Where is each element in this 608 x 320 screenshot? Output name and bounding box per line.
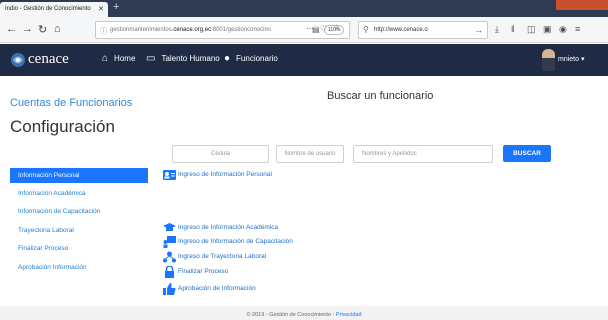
info-icon[interactable]: ⓘ — [100, 26, 107, 36]
url-suffix: :8001/gestionconocimi — [211, 27, 271, 33]
link-label: Aprobación de Información — [178, 285, 256, 292]
names-field[interactable]: Nombres y Apellidos — [353, 145, 493, 163]
avatar[interactable] — [542, 49, 555, 71]
nav-talento-humano[interactable]: ▭ Talento Humano — [146, 53, 220, 64]
sidebar-item-trayectoria-laboral[interactable]: Trayectoria Laboral — [10, 223, 148, 238]
nav-talento-label: Talento Humano — [161, 54, 220, 63]
account-icon[interactable]: ◉ — [559, 24, 567, 35]
browser-search-box[interactable]: ⚲ http://www.cenace.o → — [358, 21, 488, 39]
link-label: Finalizar Proceso — [178, 268, 229, 275]
nav-funcionario[interactable]: ● Funcionario — [224, 53, 278, 64]
nav-home-label: Home — [114, 54, 136, 63]
bookmark-star-icon[interactable]: ☆ — [333, 23, 340, 32]
search-title: Buscar un funcionario — [327, 90, 434, 102]
back-icon[interactable]: ← — [6, 23, 17, 35]
nav-funcionario-label: Funcionario — [236, 54, 278, 63]
id-card-icon — [163, 170, 176, 180]
link-label: Ingreso de Trayectoria Laboral — [178, 253, 267, 260]
sidebar-item-informacion-personal[interactable]: Información Personal — [10, 168, 148, 183]
forward-icon[interactable]: → — [22, 23, 33, 35]
user-menu[interactable]: mnieto ▾ — [558, 55, 584, 63]
close-tab-icon[interactable]: ✕ — [98, 5, 104, 13]
footer-text: © 2019 - Gestión de Conocimiento - — [246, 312, 336, 318]
url-domain: cenace.org.ec — [173, 27, 212, 33]
cenace-logo[interactable]: cenace — [10, 51, 88, 68]
network-icon — [163, 251, 176, 263]
extension-icon[interactable]: ▣ — [543, 24, 552, 35]
browser-tab[interactable]: Indio - Gestión de Conocimiento ✕ — [0, 2, 108, 17]
sidebar-item-informacion-capacitacion[interactable]: Información de Capacitación — [10, 204, 148, 219]
browser-toolbar: ← → ↻ ⌂ ⓘ gestionmantenimientos.cenace.o… — [0, 17, 608, 43]
user-name: mnieto — [558, 56, 580, 63]
search-value: http://www.cenace.o — [374, 27, 428, 33]
lock-icon — [165, 266, 174, 278]
window-controls[interactable] — [556, 0, 608, 10]
app-navbar: cenace ⌂ Home ▭ Talento Humano ● Funcionari… — [0, 44, 608, 76]
cedula-field[interactable]: Cédula — [172, 145, 269, 163]
link-label: Ingreso de Información Personal — [178, 171, 272, 178]
page-title: Configuración — [10, 117, 115, 136]
home-icon: ⌂ — [102, 53, 109, 64]
page-footer: © 2019 - Gestión de Conocimiento - Priva… — [0, 306, 608, 320]
sidebar-item-informacion-academica[interactable]: Información Académica — [10, 186, 148, 201]
people-icon: ▭ — [146, 53, 156, 64]
logo-text: cenace — [28, 51, 69, 67]
plus-icon[interactable]: + — [113, 1, 119, 13]
privacidad-link[interactable]: Privacidad — [336, 312, 362, 318]
teacher-icon — [163, 236, 176, 248]
link-label: Ingreso de Información Académica — [178, 224, 279, 231]
search-icon: ⚲ — [363, 25, 369, 34]
pocket-icon[interactable]: ♡ — [320, 24, 327, 33]
logo-mark-icon — [11, 53, 25, 67]
sidebar-item-finalizar-proceso[interactable]: Finalizar Proceso — [10, 241, 148, 256]
username-field[interactable]: Nombre de usuario — [276, 145, 344, 163]
go-arrow-icon[interactable]: → — [474, 25, 483, 35]
more-icon[interactable]: ⋯ — [306, 24, 314, 33]
menu-icon[interactable]: ≡ — [575, 24, 580, 34]
url-prefix: gestionmantenimientos. — [110, 27, 174, 33]
page-subtitle: Cuentas de Funcionarios — [10, 97, 133, 109]
sidebar-toggle-icon[interactable]: ◫ — [527, 24, 536, 35]
buscar-button[interactable]: BUSCAR — [503, 145, 551, 162]
browser-tab-bar: Indio - Gestión de Conocimiento ✕ + — [0, 0, 608, 17]
download-icon[interactable]: ⤓ — [495, 24, 499, 35]
thumbs-up-icon — [163, 283, 176, 295]
sidebar-item-aprobacion-informacion[interactable]: Aprobación Información — [10, 260, 148, 275]
library-icon[interactable]: ‖ — [511, 24, 515, 34]
link-label: Ingreso de Información de Capacitación — [178, 238, 293, 245]
graduation-cap-icon — [163, 223, 176, 231]
reload-icon[interactable]: ↻ — [38, 23, 47, 36]
browser-tab-title: Indio - Gestión de Conocimiento — [5, 6, 91, 12]
user-icon: ● — [224, 53, 231, 64]
home-browser-icon[interactable]: ⌂ — [54, 23, 61, 35]
nav-home[interactable]: ⌂ Home — [102, 53, 135, 64]
